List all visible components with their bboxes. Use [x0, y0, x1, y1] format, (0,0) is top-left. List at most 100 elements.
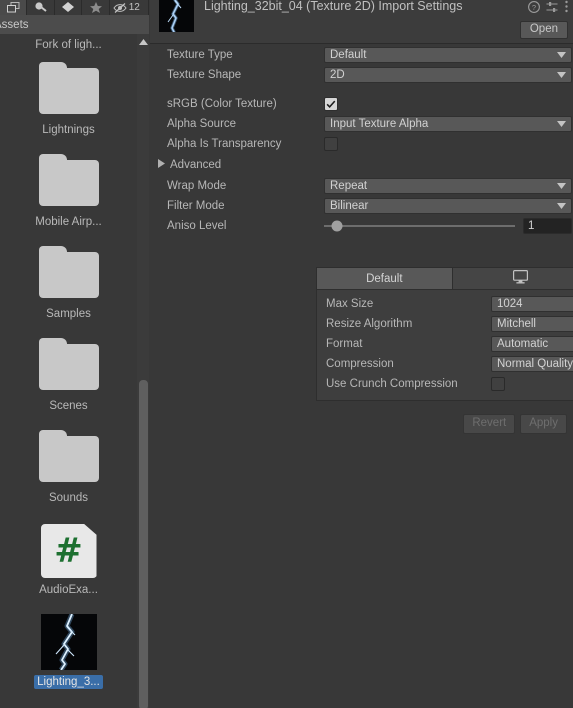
- inspector-panel: Lighting_32bit_04 (Texture 2D) Import Se…: [150, 0, 573, 708]
- chevron-up-icon[interactable]: [137, 36, 149, 48]
- dropdown-max-size[interactable]: 1024: [491, 296, 573, 312]
- chevron-down-icon: [557, 180, 566, 192]
- property-label: Format: [326, 338, 363, 350]
- property-label: sRGB (Color Texture): [167, 98, 277, 110]
- texture-thumbnail-icon: [39, 612, 99, 670]
- asset-label: Lightnings: [42, 124, 95, 136]
- project-scrollbar[interactable]: [137, 34, 149, 708]
- asset-label: Scenes: [49, 400, 88, 412]
- property-row: Alpha Source Input Texture Alpha: [150, 114, 573, 134]
- folder-icon: [38, 152, 99, 210]
- asset-item-csharp-script[interactable]: # AudioExa...: [0, 516, 137, 608]
- dropdown-value: Automatic: [497, 338, 549, 350]
- dropdown-alpha-source[interactable]: Input Texture Alpha: [324, 116, 572, 132]
- effects-gizmo-toggle-button[interactable]: [55, 0, 83, 15]
- visibility-eye-icon: [113, 2, 128, 13]
- slider-aniso-level[interactable]: 1: [324, 218, 572, 234]
- audio-gizmo-toggle-button[interactable]: [27, 0, 55, 15]
- dropdown-value: Repeat: [330, 180, 368, 192]
- chevron-down-icon: [557, 69, 566, 81]
- scene-gizmo-toolbar: 12: [0, 0, 149, 15]
- asset-item-folder[interactable]: Scenes: [0, 332, 137, 424]
- scrollbar-thumb[interactable]: [139, 380, 148, 708]
- asset-label: Sounds: [48, 492, 88, 504]
- svg-text:?: ?: [532, 3, 536, 12]
- chevron-down-icon: [557, 118, 566, 130]
- asset-item-folder[interactable]: Samples: [0, 240, 137, 332]
- audio-icon: [34, 2, 48, 13]
- list-item[interactable]: Fork of ligh...: [0, 34, 137, 56]
- apply-button: Apply: [520, 414, 567, 434]
- triangle-right-icon: [158, 159, 165, 171]
- folder-icon: [38, 428, 99, 486]
- aniso-level-field[interactable]: 1: [523, 218, 572, 234]
- layers-2d-toggle-button[interactable]: [0, 0, 28, 15]
- preset-settings-icon[interactable]: [546, 1, 558, 16]
- effects-icon: [61, 2, 75, 13]
- property-row: Wrap Mode Repeat: [150, 176, 573, 196]
- property-label: Filter Mode: [167, 200, 225, 212]
- folder-icon: [38, 336, 99, 394]
- dropdown-texture-shape[interactable]: 2D: [324, 67, 572, 83]
- open-button[interactable]: Open: [519, 21, 568, 39]
- asset-grid[interactable]: Fork of ligh... Lightnings Mobile Airp...…: [0, 34, 137, 708]
- platform-settings-box: Default Max Size 1024 Resize Algorithm Mitc…: [316, 267, 573, 401]
- asset-label: Lighting_3...: [34, 675, 103, 689]
- property-label: Texture Shape: [167, 69, 242, 81]
- property-row: Resize Algorithm Mitchell: [317, 314, 573, 334]
- scene-visibility-toggle-button[interactable]: 12: [110, 0, 149, 15]
- asset-item-folder[interactable]: Mobile Airp...: [0, 148, 137, 240]
- revert-button: Revert: [463, 414, 516, 434]
- property-row: Aniso Level 1: [150, 216, 573, 236]
- gizmos-toggle-button[interactable]: [82, 0, 110, 15]
- property-row: sRGB (Color Texture): [150, 94, 573, 114]
- property-row: Format Automatic: [317, 334, 573, 354]
- property-row: Use Crunch Compression: [317, 374, 573, 394]
- chevron-down-icon: [557, 200, 566, 212]
- asset-item-folder[interactable]: Lightnings: [0, 56, 137, 148]
- help-icon[interactable]: ?: [528, 0, 540, 16]
- property-row: Texture Shape 2D: [150, 65, 573, 85]
- unity-editor-window: 12 Assets Fork of ligh... Lightnings Mobi…: [0, 0, 573, 708]
- dropdown-wrap-mode[interactable]: Repeat: [324, 178, 572, 194]
- inspector-header: Lighting_32bit_04 (Texture 2D) Import Se…: [150, 0, 573, 44]
- checkbox-use-crunch-compression[interactable]: [491, 377, 505, 391]
- property-row: Compression Normal Quality: [317, 354, 573, 374]
- platform-tab-bar: Default: [317, 268, 573, 290]
- platform-tab-default[interactable]: Default: [317, 268, 453, 289]
- preview-thumbnail: [159, 0, 194, 32]
- property-label: Use Crunch Compression: [326, 378, 458, 390]
- csharp-script-icon: #: [39, 520, 99, 578]
- dropdown-texture-type[interactable]: Default: [324, 47, 572, 63]
- checkbox-srgb-color-texture[interactable]: [324, 97, 338, 111]
- asset-item-folder[interactable]: Sounds: [0, 424, 137, 516]
- more-menu-icon[interactable]: [564, 0, 569, 16]
- platform-tab-label: Default: [366, 272, 403, 285]
- dropdown-value: Mitchell: [497, 318, 536, 330]
- layers-2d-icon: [6, 2, 20, 13]
- texture-import-properties: Texture Type Default Texture Shape 2D sRGB (…: [150, 45, 573, 236]
- advanced-foldout[interactable]: Advanced: [150, 154, 573, 176]
- dropdown-filter-mode[interactable]: Bilinear: [324, 198, 572, 214]
- asset-item-texture[interactable]: Lighting_3...: [0, 608, 137, 700]
- platform-properties: Max Size 1024 Resize Algorithm Mitchell Form…: [317, 290, 573, 400]
- checkbox-alpha-is-transparency[interactable]: [324, 137, 338, 151]
- divider: [150, 85, 573, 94]
- dropdown-value: 1024: [497, 298, 523, 310]
- inspector-header-icons: ?: [528, 0, 569, 16]
- property-label: Max Size: [326, 298, 374, 310]
- dropdown-value: Bilinear: [330, 200, 369, 212]
- platform-tab-standalone-monitor[interactable]: [452, 268, 573, 289]
- property-row: Max Size 1024: [317, 294, 573, 314]
- project-browser-panel: 12 Assets Fork of ligh... Lightnings Mobi…: [0, 0, 149, 708]
- folder-icon: [38, 60, 99, 118]
- property-label: Wrap Mode: [167, 180, 227, 192]
- slider-handle[interactable]: [331, 220, 343, 232]
- breadcrumb[interactable]: Assets: [0, 15, 149, 34]
- dropdown-format[interactable]: Automatic: [491, 336, 573, 352]
- dropdown-value: 2D: [330, 69, 345, 81]
- folder-icon: [38, 244, 99, 302]
- property-label: Alpha Is Transparency: [167, 138, 282, 150]
- dropdown-resize-algorithm[interactable]: Mitchell: [491, 316, 573, 332]
- dropdown-compression[interactable]: Normal Quality: [491, 356, 573, 372]
